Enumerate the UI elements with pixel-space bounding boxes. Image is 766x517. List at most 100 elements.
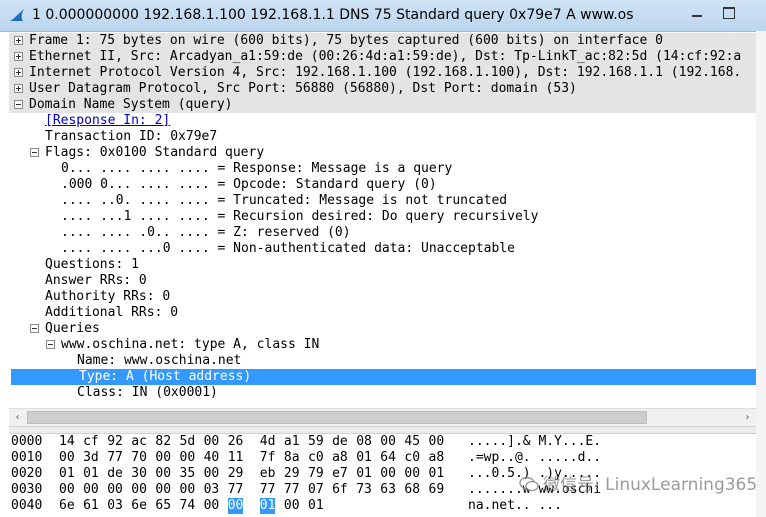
- hex-byte[interactable]: de: [332, 434, 348, 450]
- scroll-thumb[interactable]: [27, 411, 647, 424]
- hex-byte[interactable]: 8a: [284, 450, 300, 466]
- hex-byte[interactable]: 40: [204, 450, 220, 466]
- hex-byte[interactable]: 29: [284, 466, 300, 482]
- hex-byte[interactable]: a1: [284, 434, 300, 450]
- tree-row[interactable]: Authority RRs: 0: [9, 289, 756, 305]
- scroll-left-arrow-icon[interactable]: ‹: [9, 409, 26, 427]
- hex-byte[interactable]: 82: [155, 434, 171, 450]
- hex-byte[interactable]: 68: [404, 482, 420, 498]
- hex-byte[interactable]: 00: [429, 434, 445, 450]
- tree-row[interactable]: Name: www.oschina.net: [9, 353, 756, 369]
- hex-byte[interactable]: 59: [308, 434, 324, 450]
- collapse-icon[interactable]: [46, 340, 55, 349]
- expand-icon[interactable]: [14, 52, 23, 61]
- horizontal-scrollbar[interactable]: ‹ ›: [9, 408, 756, 427]
- hex-byte[interactable]: 00: [180, 450, 196, 466]
- tree-row[interactable]: Additional RRs: 0: [9, 305, 756, 321]
- tree-row[interactable]: .... ...1 .... .... = Recursion desired:…: [9, 209, 756, 225]
- hex-byte[interactable]: a8: [332, 450, 348, 466]
- hex-byte[interactable]: 35: [180, 466, 196, 482]
- hex-byte[interactable]: 92: [107, 434, 123, 450]
- hex-byte[interactable]: de: [107, 466, 123, 482]
- hex-byte[interactable]: 00: [155, 466, 171, 482]
- hex-byte[interactable]: 00: [107, 482, 123, 498]
- hex-byte[interactable]: 26: [228, 434, 244, 450]
- tree-row[interactable]: Internet Protocol Version 4, Src: 192.16…: [9, 65, 756, 81]
- hex-byte[interactable]: 7f: [260, 450, 276, 466]
- hex-byte[interactable]: 77: [260, 482, 276, 498]
- hex-byte[interactable]: 77: [228, 482, 244, 498]
- hex-byte[interactable]: 01: [429, 466, 445, 482]
- hex-byte[interactable]: c0: [308, 450, 324, 466]
- tree-row[interactable]: .000 0... .... .... = Opcode: Standard q…: [9, 177, 756, 193]
- packet-details-tree[interactable]: Frame 1: 75 bytes on wire (600 bits), 75…: [9, 31, 756, 408]
- hex-byte[interactable]: 07: [308, 482, 324, 498]
- hex-byte[interactable]: 77: [107, 450, 123, 466]
- hex-byte[interactable]: 69: [429, 482, 445, 498]
- hex-byte[interactable]: 63: [380, 482, 396, 498]
- hex-byte[interactable]: 6e: [59, 498, 75, 514]
- hex-byte[interactable]: 01: [356, 450, 372, 466]
- tree-row[interactable]: Questions: 1: [9, 257, 756, 273]
- collapse-icon[interactable]: [14, 100, 23, 109]
- tree-row[interactable]: .... .... .0.. .... = Z: reserved (0): [9, 225, 756, 241]
- hex-row[interactable]: 0000 14 cf 92 ac 82 5d 00 26 4d a1 59 de 08 00 45 00....…: [9, 434, 756, 450]
- hex-byte[interactable]: e7: [332, 466, 348, 482]
- hex-byte[interactable]: cf: [83, 434, 99, 450]
- tree-row[interactable]: 0... .... .... .... = Response: Message …: [9, 161, 756, 177]
- hex-byte[interactable]: 00: [204, 498, 220, 514]
- tree-row[interactable]: User Datagram Protocol, Src Port: 56880 …: [9, 81, 756, 97]
- hex-row[interactable]: 0010 00 3d 77 70 00 00 40 11 7f 8a c0 a8 01 64 c0 a8 .=wp…: [9, 450, 756, 466]
- hex-byte[interactable]: 77: [284, 482, 300, 498]
- maximize-button[interactable]: [712, 0, 746, 24]
- hex-byte[interactable]: 00: [59, 482, 75, 498]
- minimize-button[interactable]: [680, 0, 714, 24]
- hex-byte[interactable]: 00: [227, 498, 244, 514]
- hex-byte[interactable]: 01: [83, 466, 99, 482]
- hex-byte[interactable]: 00: [180, 482, 196, 498]
- hex-byte[interactable]: 00: [155, 450, 171, 466]
- hex-byte[interactable]: 00: [155, 482, 171, 498]
- tree-row[interactable]: Type: A (Host address): [11, 369, 756, 385]
- hex-byte[interactable]: 14: [59, 434, 75, 450]
- hex-byte[interactable]: 00: [59, 450, 75, 466]
- hex-byte[interactable]: 01: [308, 498, 324, 514]
- tree-row[interactable]: .... ..0. .... .... = Truncated: Message…: [9, 193, 756, 209]
- tree-row-link[interactable]: [Response In: 2]: [45, 113, 170, 129]
- hex-byte[interactable]: 3d: [83, 450, 99, 466]
- hex-byte[interactable]: 29: [228, 466, 244, 482]
- hex-byte[interactable]: 00: [131, 482, 147, 498]
- collapse-icon[interactable]: [30, 324, 39, 333]
- hex-byte[interactable]: 6e: [131, 498, 147, 514]
- hex-byte[interactable]: 6f: [332, 482, 348, 498]
- hex-row[interactable]: 0040 6e 61 03 6e 65 74 00 00 01 00 01 na.net.. ...: [9, 498, 756, 514]
- hex-byte[interactable]: 61: [83, 498, 99, 514]
- hex-byte[interactable]: 08: [356, 434, 372, 450]
- expand-icon[interactable]: [14, 84, 23, 93]
- hex-byte[interactable]: 03: [107, 498, 123, 514]
- hex-byte[interactable]: 00: [284, 498, 300, 514]
- tree-row[interactable]: Transaction ID: 0x79e7: [9, 129, 756, 145]
- hex-byte[interactable]: 73: [356, 482, 372, 498]
- hex-byte[interactable]: 01: [356, 466, 372, 482]
- tree-row[interactable]: Queries: [9, 321, 756, 337]
- tree-row[interactable]: Domain Name System (query): [9, 97, 756, 113]
- hex-byte[interactable]: 74: [180, 498, 196, 514]
- hex-byte[interactable]: 00: [83, 482, 99, 498]
- hex-byte[interactable]: ac: [131, 434, 147, 450]
- hex-byte[interactable]: a8: [429, 450, 445, 466]
- hex-byte[interactable]: 11: [228, 450, 244, 466]
- tree-row[interactable]: Answer RRs: 0: [9, 273, 756, 289]
- hex-byte[interactable]: 00: [204, 466, 220, 482]
- hex-byte[interactable]: 4d: [260, 434, 276, 450]
- tree-row[interactable]: Frame 1: 75 bytes on wire (600 bits), 75…: [9, 33, 756, 49]
- hex-byte[interactable]: 00: [204, 434, 220, 450]
- hex-byte[interactable]: 65: [155, 498, 171, 514]
- tree-row[interactable]: www.oschina.net: type A, class IN: [9, 337, 756, 353]
- hex-byte[interactable]: 00: [380, 466, 396, 482]
- tree-row[interactable]: Class: IN (0x0001): [9, 385, 756, 401]
- hex-byte[interactable]: 00: [380, 434, 396, 450]
- tree-row[interactable]: .... .... ...0 .... = Non-authenticated …: [9, 241, 756, 257]
- hex-byte[interactable]: 03: [204, 482, 220, 498]
- expand-icon[interactable]: [14, 68, 23, 77]
